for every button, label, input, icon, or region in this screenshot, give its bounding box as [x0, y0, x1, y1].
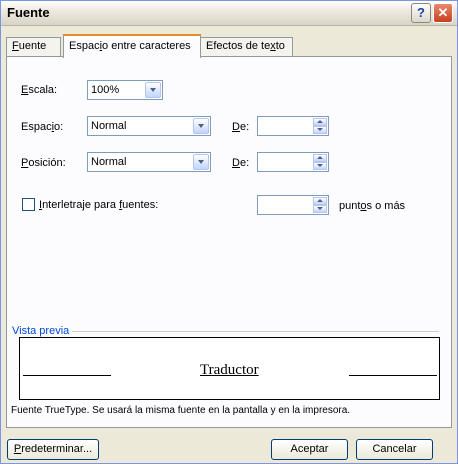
default-button[interactable]: Predeterminar... — [7, 439, 99, 460]
spin-up-icon[interactable] — [313, 118, 327, 126]
kerning-points-suffix: puntos o más — [339, 200, 406, 212]
escala-label: Escala: — [21, 84, 58, 96]
chevron-down-icon[interactable] — [193, 154, 209, 170]
spin-up-icon[interactable] — [313, 197, 327, 205]
posicion-de-label: De: — [232, 157, 250, 169]
chevron-down-icon[interactable] — [193, 118, 209, 134]
preview-box: Traductor — [19, 337, 440, 400]
posicion-dropdown[interactable]: Normal — [87, 152, 211, 172]
tab-efectos-de-texto[interactable]: Efectos de texto — [200, 37, 293, 56]
help-button[interactable]: ? — [411, 3, 431, 23]
posicion-de-spinner[interactable] — [257, 152, 329, 172]
spin-up-icon[interactable] — [313, 154, 327, 162]
font-dialog: Fuente ? ✕ Fuente Espacio entre caracter… — [0, 0, 458, 464]
espacio-de-label: De: — [232, 121, 250, 133]
cancel-button[interactable]: Cancelar — [356, 439, 433, 460]
kerning-label[interactable]: Interletraje para fuentes: — [39, 199, 158, 211]
espacio-label: Espacio: — [21, 121, 64, 133]
espacio-de-spinner[interactable] — [257, 116, 329, 136]
ok-button[interactable]: Aceptar — [271, 439, 348, 460]
spin-down-icon[interactable] — [313, 162, 327, 170]
escala-value: 100% — [91, 84, 120, 96]
window-title: Fuente — [7, 5, 50, 20]
preview-sample-text: Traductor — [200, 362, 259, 378]
preview-group-label: Vista previa — [12, 325, 73, 337]
tab-espacio-entre-caracteres[interactable]: Espacio entre caracteres — [63, 34, 201, 58]
posicion-value: Normal — [91, 156, 127, 168]
kerning-checkbox[interactable] — [22, 198, 35, 211]
close-button[interactable]: ✕ — [433, 3, 453, 23]
chevron-down-icon[interactable] — [145, 82, 161, 98]
tab-fuente[interactable]: Fuente — [6, 37, 61, 56]
truetype-note: Fuente TrueType. Se usará la misma fuent… — [11, 405, 351, 416]
preview-rule-right — [349, 375, 437, 376]
spin-down-icon[interactable] — [313, 126, 327, 134]
escala-dropdown[interactable]: 100% — [87, 80, 163, 100]
preview-rule-left — [23, 375, 111, 376]
espacio-value: Normal — [91, 120, 127, 132]
kerning-points-spinner[interactable] — [257, 195, 329, 215]
preview-group-divider — [71, 331, 439, 332]
spin-down-icon[interactable] — [313, 205, 327, 213]
title-bar: Fuente ? ✕ — [1, 1, 457, 26]
espacio-dropdown[interactable]: Normal — [87, 116, 211, 136]
posicion-label: Posición: — [21, 157, 66, 169]
